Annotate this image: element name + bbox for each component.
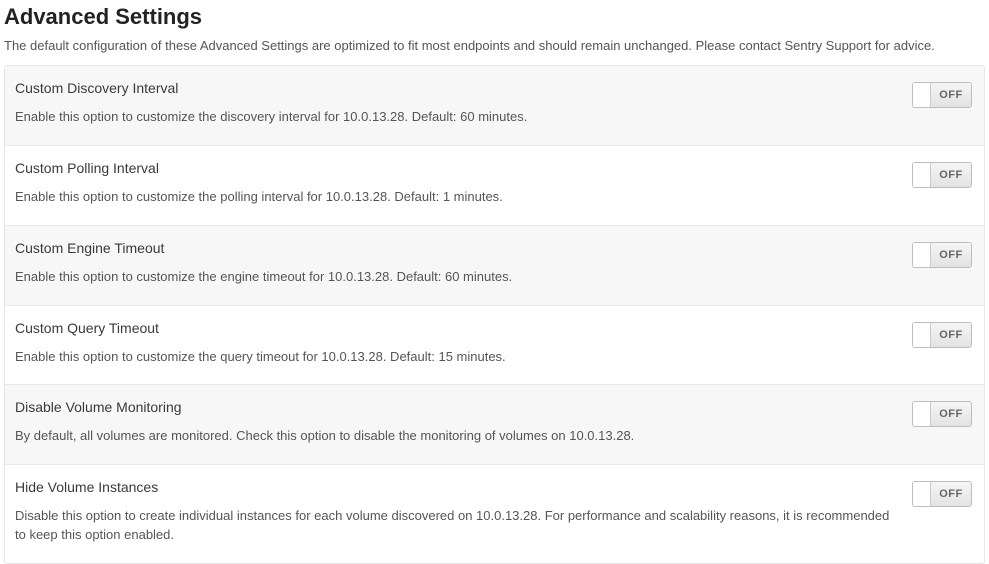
setting-text: Disable Volume Monitoring By default, al… bbox=[15, 399, 912, 446]
setting-text: Custom Discovery Interval Enable this op… bbox=[15, 80, 912, 127]
setting-description: Disable this option to create individual… bbox=[15, 507, 896, 545]
setting-description: By default, all volumes are monitored. C… bbox=[15, 427, 896, 446]
settings-list: Custom Discovery Interval Enable this op… bbox=[4, 65, 985, 564]
toggle-wrap: OFF bbox=[912, 80, 972, 110]
toggle-knob bbox=[913, 323, 931, 347]
setting-title: Custom Polling Interval bbox=[15, 160, 896, 176]
toggle-label: OFF bbox=[931, 163, 971, 187]
toggle-wrap: OFF bbox=[912, 320, 972, 350]
setting-row-disable-volume-monitoring: Disable Volume Monitoring By default, al… bbox=[5, 385, 984, 465]
setting-text: Custom Engine Timeout Enable this option… bbox=[15, 240, 912, 287]
setting-row-custom-discovery-interval: Custom Discovery Interval Enable this op… bbox=[5, 66, 984, 146]
toggle-custom-discovery-interval[interactable]: OFF bbox=[912, 82, 972, 108]
toggle-knob bbox=[913, 243, 931, 267]
toggle-custom-engine-timeout[interactable]: OFF bbox=[912, 242, 972, 268]
setting-row-custom-engine-timeout: Custom Engine Timeout Enable this option… bbox=[5, 226, 984, 306]
page-subtitle: The default configuration of these Advan… bbox=[0, 32, 989, 65]
toggle-label: OFF bbox=[931, 243, 971, 267]
setting-text: Custom Query Timeout Enable this option … bbox=[15, 320, 912, 367]
setting-row-hide-volume-instances: Hide Volume Instances Disable this optio… bbox=[5, 465, 984, 563]
toggle-label: OFF bbox=[931, 323, 971, 347]
toggle-knob bbox=[913, 163, 931, 187]
setting-title: Disable Volume Monitoring bbox=[15, 399, 896, 415]
setting-description: Enable this option to customize the quer… bbox=[15, 348, 896, 367]
setting-description: Enable this option to customize the engi… bbox=[15, 268, 896, 287]
setting-title: Hide Volume Instances bbox=[15, 479, 896, 495]
toggle-label: OFF bbox=[931, 402, 971, 426]
toggle-label: OFF bbox=[931, 83, 971, 107]
setting-row-custom-polling-interval: Custom Polling Interval Enable this opti… bbox=[5, 146, 984, 226]
toggle-knob bbox=[913, 482, 931, 506]
toggle-wrap: OFF bbox=[912, 479, 972, 509]
page-title: Advanced Settings bbox=[0, 0, 989, 32]
setting-text: Hide Volume Instances Disable this optio… bbox=[15, 479, 912, 545]
toggle-knob bbox=[913, 402, 931, 426]
setting-title: Custom Engine Timeout bbox=[15, 240, 896, 256]
toggle-knob bbox=[913, 83, 931, 107]
setting-title: Custom Query Timeout bbox=[15, 320, 896, 336]
setting-description: Enable this option to customize the disc… bbox=[15, 108, 896, 127]
toggle-disable-volume-monitoring[interactable]: OFF bbox=[912, 401, 972, 427]
toggle-hide-volume-instances[interactable]: OFF bbox=[912, 481, 972, 507]
toggle-wrap: OFF bbox=[912, 240, 972, 270]
toggle-label: OFF bbox=[931, 482, 971, 506]
setting-title: Custom Discovery Interval bbox=[15, 80, 896, 96]
toggle-custom-query-timeout[interactable]: OFF bbox=[912, 322, 972, 348]
setting-description: Enable this option to customize the poll… bbox=[15, 188, 896, 207]
setting-text: Custom Polling Interval Enable this opti… bbox=[15, 160, 912, 207]
toggle-wrap: OFF bbox=[912, 160, 972, 190]
toggle-wrap: OFF bbox=[912, 399, 972, 429]
setting-row-custom-query-timeout: Custom Query Timeout Enable this option … bbox=[5, 306, 984, 386]
toggle-custom-polling-interval[interactable]: OFF bbox=[912, 162, 972, 188]
